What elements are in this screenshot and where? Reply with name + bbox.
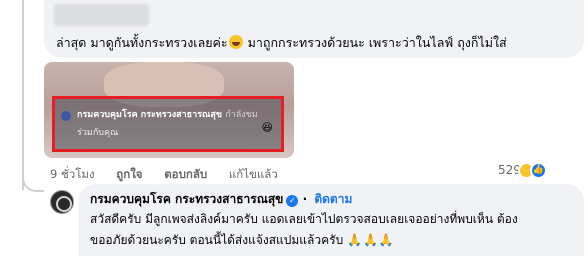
verified-badge-icon: ✓ xyxy=(286,195,299,207)
overlay-page-name: กรมควบคุมโรค กระทรวงสาธารณสุข กำลังชม xyxy=(77,110,258,120)
laughing-emoji-icon xyxy=(228,35,243,49)
reply-text-line1: สวัสดีครับ มีลูกเพจส่งลิงค์มาครับ แอดเลย… xyxy=(90,212,518,226)
separator-dot: · xyxy=(302,192,308,206)
comment-text: ล่าสุด มาดูกันทั้งกระทรวงเลยค่ะ มาถูกกระ… xyxy=(56,33,507,53)
edited-label: แก้ไขแล้ว xyxy=(228,167,278,181)
comment-actions: 9 ชั่วโมง ถูกใจ ตอบกลับ แก้ไขแล้ว xyxy=(50,166,296,184)
comment-text-part2: มาถูกกระทรวงด้วยนะ เพราะว่าในไลฟ์ ถุงก็ไ… xyxy=(243,35,507,50)
reply-text-line2: ขออภัยด้วยนะครับ ตอนนี้ได้ส่งแจ้งสแปมแล้… xyxy=(90,233,395,247)
like-button[interactable]: ถูกใจ xyxy=(116,167,142,181)
follow-button[interactable]: ติดตาม xyxy=(314,192,352,206)
overlay-watching-label: กำลังชม xyxy=(225,110,258,120)
comment-text-part1: ล่าสุด มาดูกันทั้งกระทรวงเลยค่ะ xyxy=(56,35,228,50)
thread-connector xyxy=(22,170,44,192)
thread-line xyxy=(22,0,24,190)
comment-timestamp[interactable]: 9 ชั่วโมง xyxy=(50,167,95,181)
highlighted-overlay-box: กรมควบคุมโรค กระทรวงสาธารณสุข กำลังชม ร่… xyxy=(52,96,284,152)
reply-author-name[interactable]: กรมควบคุมโรค กระทรวงสาธารณสุข xyxy=(90,192,283,206)
comment-attachment-image[interactable]: กรมควบคุมโรค กระทรวงสาธารณสุข กำลังชม ร่… xyxy=(44,62,294,158)
overlay-page-avatar xyxy=(61,111,71,121)
pray-emoji-icon: 🙏🙏🙏 xyxy=(347,233,395,247)
reply-author-avatar[interactable] xyxy=(50,190,74,214)
reply-button[interactable]: ตอบกลับ xyxy=(164,167,207,181)
overlay-subtext: ร่วมกับคุณ xyxy=(77,128,119,138)
reply-author-row: กรมควบคุมโรค กระทรวงสาธารณสุข ✓ · ติดตาม xyxy=(90,190,352,209)
reaction-summary[interactable]: 👍 xyxy=(518,162,550,180)
blurred-commenter-name xyxy=(54,4,149,26)
like-icon: 👍 xyxy=(530,162,547,179)
overlay-reaction-icons: 😆 xyxy=(261,121,273,134)
